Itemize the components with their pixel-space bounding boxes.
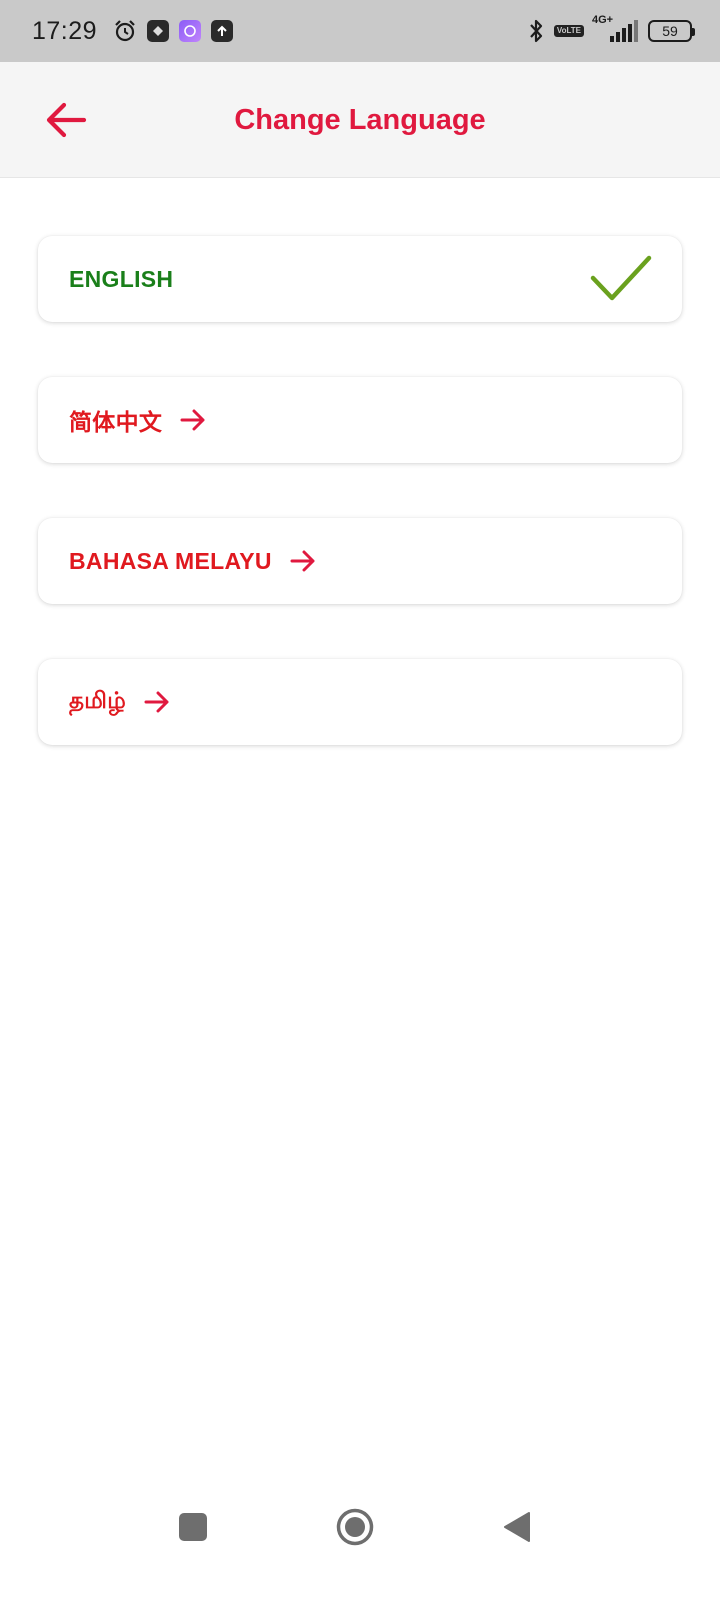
upload-icon (211, 20, 234, 42)
back-triangle-icon (504, 1512, 530, 1542)
volte-top: Vo (556, 26, 567, 35)
signal-bars (610, 20, 638, 42)
status-bar: 17:29 Vo LTE 4G+ 59 (0, 0, 720, 62)
language-option-english[interactable]: ENGLISH (38, 236, 682, 322)
alarm-icon (113, 19, 137, 43)
volte-bottom: LTE (566, 26, 581, 35)
volte-icon: Vo LTE (553, 25, 584, 37)
system-nav-bar (0, 1500, 720, 1600)
page-title: Change Language (234, 104, 486, 136)
battery-icon: 59 (648, 20, 695, 42)
language-label: ENGLISH (69, 265, 174, 292)
status-time: 17:29 (32, 16, 98, 45)
home-circle-icon (336, 1508, 374, 1546)
signal-icon: 4G+ (592, 14, 638, 44)
arrow-right-icon (180, 409, 206, 431)
check-icon (590, 255, 652, 301)
battery-level: 59 (662, 23, 678, 39)
status-left: 17:29 (32, 16, 234, 46)
app-badge-icon (179, 20, 202, 42)
language-label: தமிழ் (69, 687, 127, 713)
language-label: 简体中文 (69, 409, 163, 435)
language-option-malay[interactable]: BAHASA MELAYU (38, 518, 682, 604)
recents-button[interactable] (170, 1504, 216, 1550)
back-nav-button[interactable] (494, 1504, 540, 1550)
app-header: Change Language (0, 62, 720, 178)
arrow-right-icon (144, 691, 170, 713)
recents-square-icon (179, 1513, 207, 1541)
arrow-right-icon (290, 550, 316, 572)
status-right: Vo LTE 4G+ 59 (518, 14, 695, 44)
bluetooth-icon (528, 18, 544, 44)
app-badge-icon (147, 20, 170, 42)
language-option-chinese[interactable]: 简体中文 (38, 377, 682, 463)
home-button[interactable] (332, 1504, 378, 1550)
language-option-tamil[interactable]: தமிழ் (38, 659, 682, 745)
language-label: BAHASA MELAYU (69, 547, 272, 574)
